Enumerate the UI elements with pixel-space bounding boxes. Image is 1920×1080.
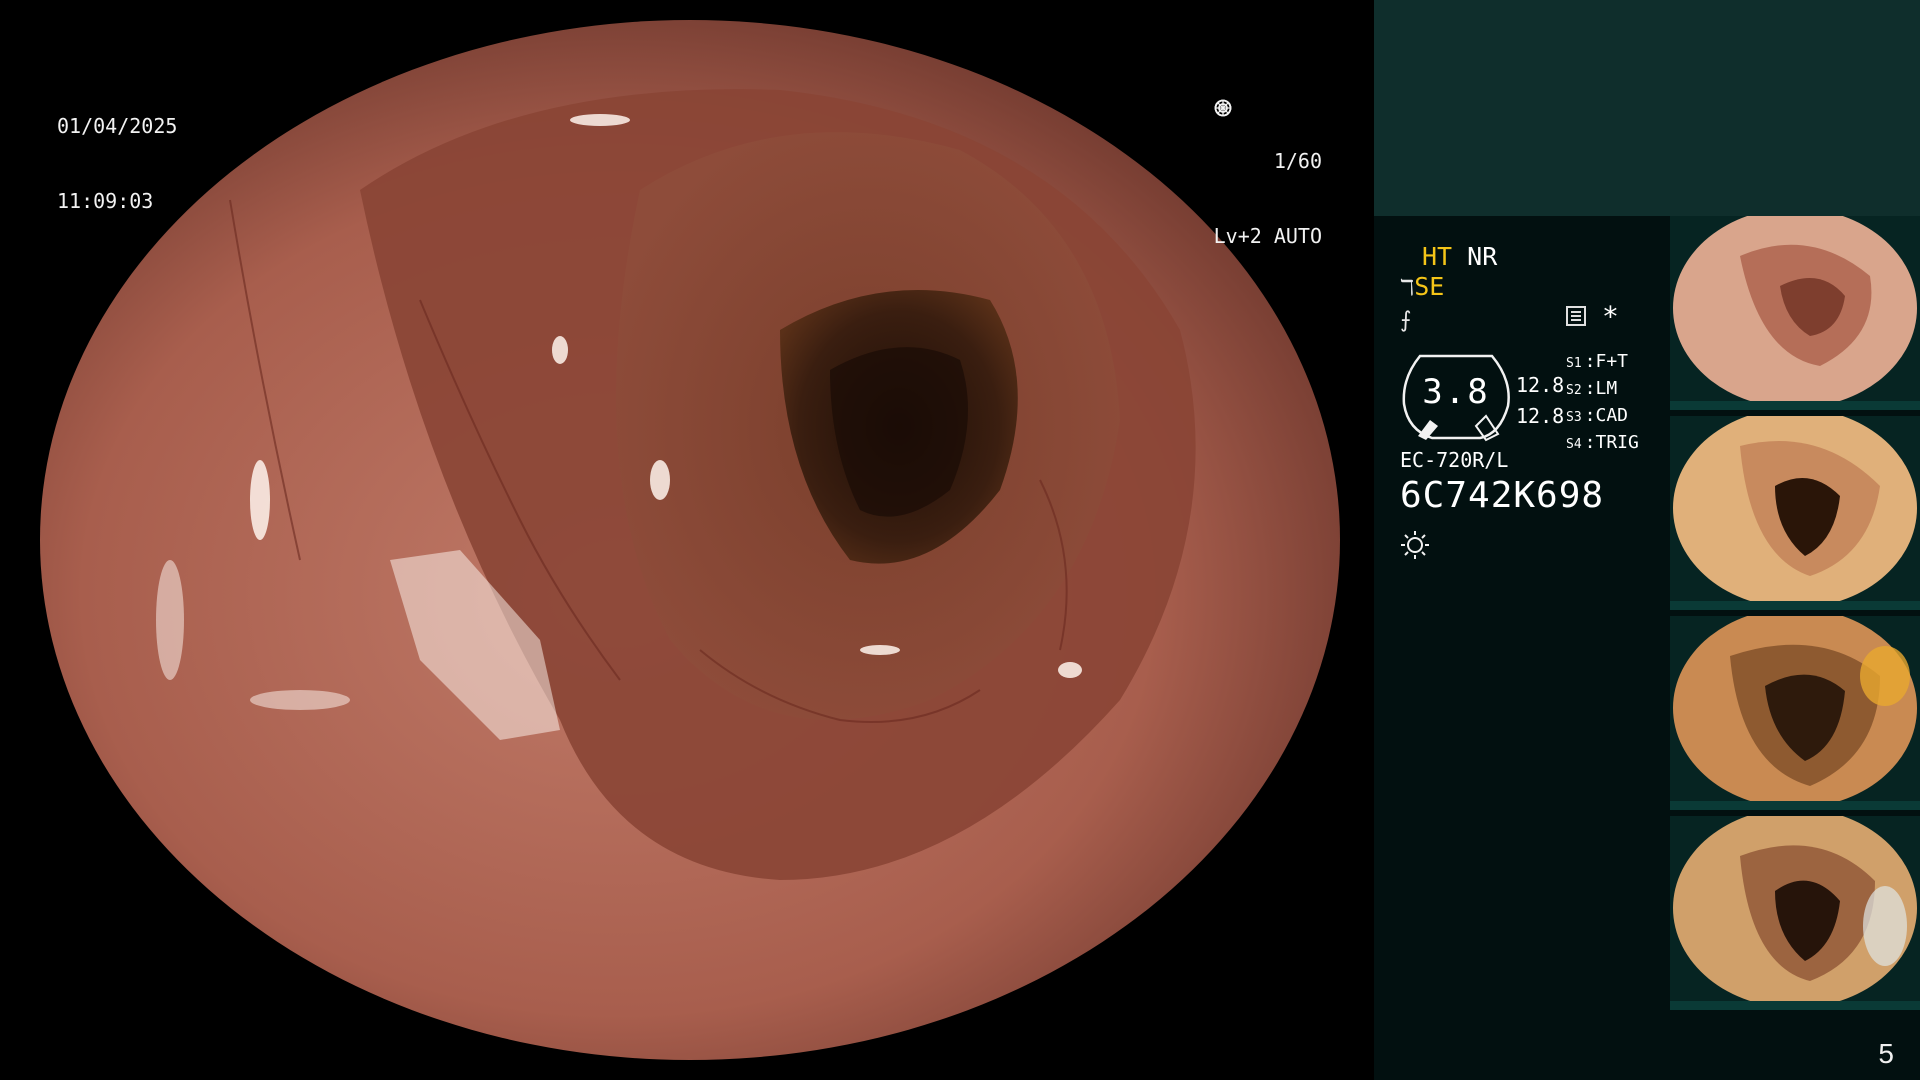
- page-number: 5: [1878, 1038, 1894, 1069]
- level-text: Lv+2 AUTO: [1213, 224, 1322, 248]
- time-text: 11:09:03: [57, 189, 154, 213]
- light-icon: [1401, 531, 1429, 559]
- signal-icon: ⨍: [1400, 308, 1412, 333]
- freeze-icon: ℸ: [1400, 276, 1415, 301]
- status-panel: HT NR ℸSE ⨍ * 3.8 12.8 12.8 S1:F+T S2:LM…: [1374, 0, 1920, 1080]
- mode-item: S4:TRIG: [1566, 432, 1639, 453]
- endoscope-image: [40, 20, 1340, 1060]
- enhancement-values: 12.8 12.8: [1516, 370, 1564, 432]
- thumbnail-4[interactable]: [1670, 816, 1920, 1010]
- se-indicator: SE: [1414, 272, 1445, 301]
- scope-serial: 6C742K698: [1400, 475, 1605, 516]
- nr-indicator: NR: [1467, 242, 1498, 271]
- iris-icon: [1214, 99, 1232, 117]
- asterisk-icon: *: [1602, 300, 1619, 333]
- thumbnail-3[interactable]: [1670, 616, 1920, 810]
- datetime-overlay: 01/04/2025 11:09:03: [57, 64, 177, 264]
- enhancement-b: 12.8: [1516, 404, 1565, 428]
- ht-indicator: HT: [1422, 242, 1453, 271]
- shutter-text: 1/60: [1273, 149, 1322, 173]
- thumbnail-1[interactable]: [1670, 216, 1920, 410]
- zoom-value: 3.8: [1422, 372, 1490, 412]
- enhancement-a: 12.8: [1516, 373, 1565, 397]
- mode-list: S1:F+T S2:LM S3:CAD S4:TRIG: [1566, 349, 1639, 457]
- date-text: 01/04/2025: [57, 114, 178, 138]
- panel-header-area: [1374, 0, 1920, 216]
- processing-status: HT NR ℸSE ⨍: [1400, 242, 1497, 336]
- mode-item: S1:F+T: [1566, 351, 1629, 372]
- zoom-indicator: 3.8: [1400, 350, 1512, 442]
- endoscope-view: 01/04/2025 11:09:03 1/60 Lv+2 AUTO: [0, 0, 1374, 1080]
- mode-item: S3:CAD: [1566, 405, 1629, 426]
- scope-model: EC-720R/L: [1400, 448, 1509, 472]
- thumbnail-2[interactable]: [1670, 416, 1920, 610]
- exposure-overlay: 1/60 Lv+2 AUTO: [1214, 99, 1322, 299]
- mode-item: S2:LM: [1566, 378, 1618, 399]
- histogram-icon: [1566, 306, 1586, 326]
